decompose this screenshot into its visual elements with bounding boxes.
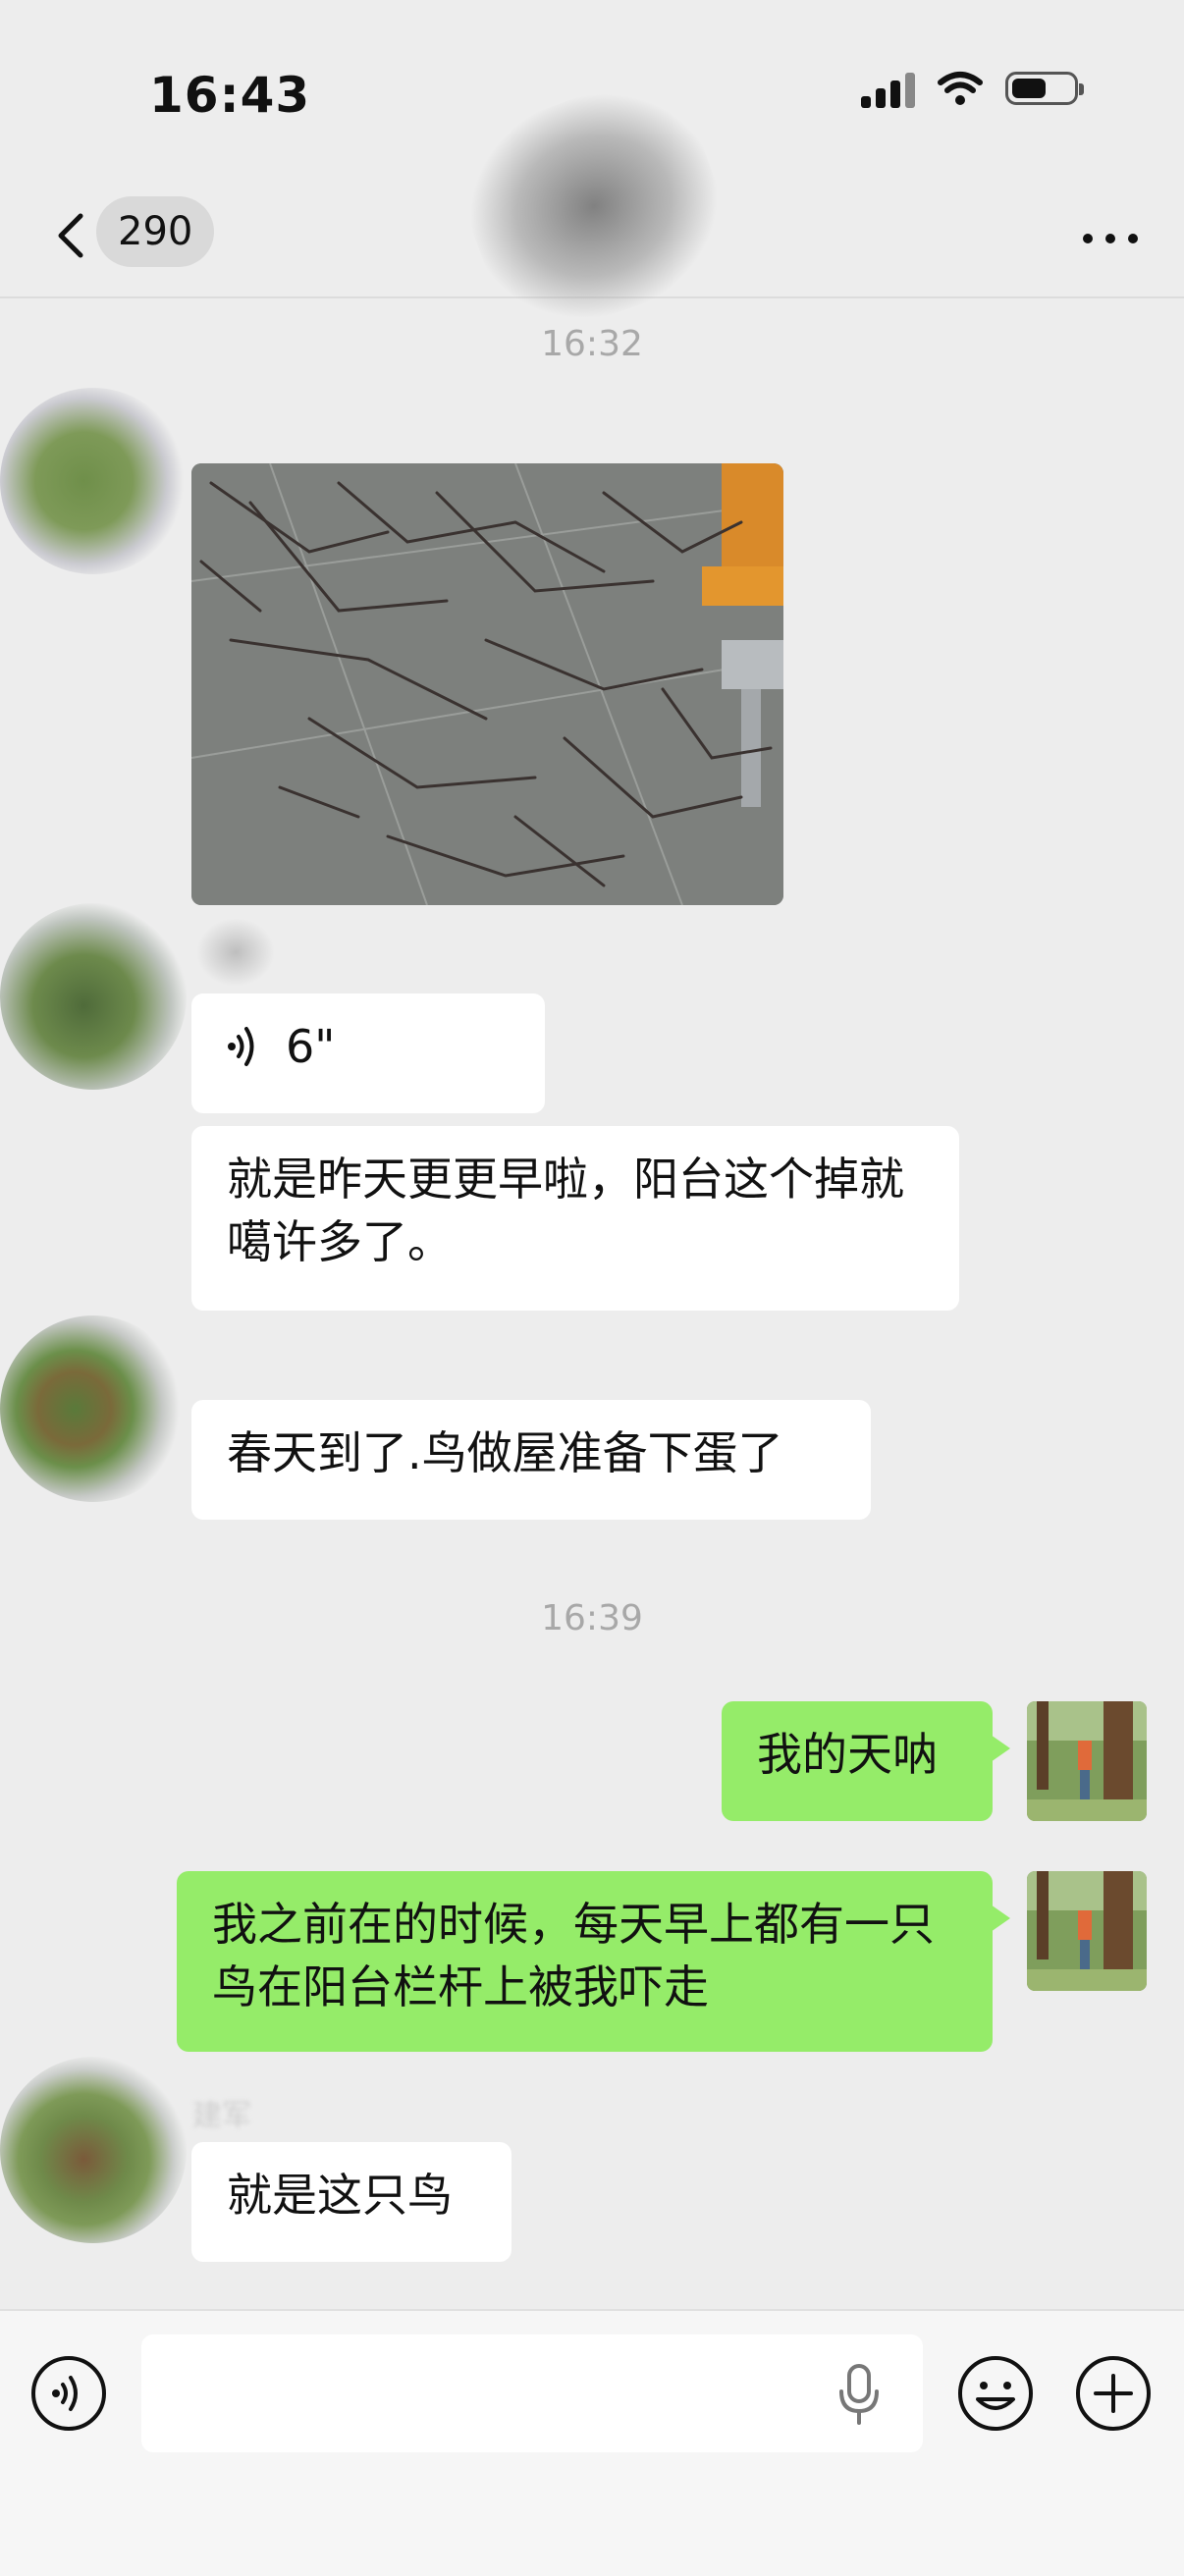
unread-count-badge[interactable]: 290 (96, 196, 215, 267)
voice-toggle-icon[interactable] (29, 2354, 108, 2433)
message-input[interactable] (141, 2334, 923, 2452)
my-avatar[interactable] (1027, 1871, 1147, 1991)
voice-duration: 6" (286, 1020, 336, 1073)
voice-message[interactable]: 6" (191, 993, 545, 1113)
avatar[interactable] (0, 903, 187, 1090)
plus-icon[interactable] (1074, 2354, 1153, 2433)
status-time: 16:43 (149, 67, 311, 124)
back-icon[interactable] (43, 206, 102, 265)
my-avatar-image (1027, 1871, 1147, 1991)
input-bar (0, 2309, 1184, 2576)
avatar[interactable] (0, 388, 187, 574)
sender-name: 建军 (192, 2099, 251, 2133)
timestamp: 16:32 (541, 324, 643, 364)
timestamp: 16:39 (541, 1598, 643, 1638)
my-text-message[interactable]: 我之前在的时候，每天早上都有一只鸟在阳台栏杆上被我吓走 (177, 1871, 1010, 2052)
voice-wave-icon (228, 1027, 254, 1066)
avatar[interactable] (0, 1315, 187, 1502)
battery-icon (1005, 72, 1084, 105)
sender-name-blurred (196, 918, 275, 987)
status-icons (861, 69, 1084, 108)
text-message[interactable]: 就是昨天更更早啦，阳台这个掉就噶许多了。 (191, 1126, 959, 1311)
wifi-icon (938, 72, 983, 105)
my-avatar[interactable] (1027, 1701, 1147, 1821)
photo-twigs-image (191, 463, 783, 905)
text-message[interactable]: 就是这只鸟 (191, 2142, 511, 2262)
photo-message[interactable] (191, 463, 783, 905)
text-message[interactable]: 春天到了.鸟做屋准备下蛋了 (191, 1400, 871, 1520)
chat-header: 290 (0, 62, 1184, 350)
more-icon[interactable] (1076, 214, 1145, 263)
my-avatar-image (1027, 1701, 1147, 1821)
signal-icon (861, 69, 915, 108)
my-text-message[interactable]: 我的天呐 (722, 1701, 1010, 1821)
emoji-icon[interactable] (956, 2354, 1035, 2433)
mic-icon[interactable] (834, 2362, 884, 2427)
avatar[interactable] (0, 2057, 187, 2243)
